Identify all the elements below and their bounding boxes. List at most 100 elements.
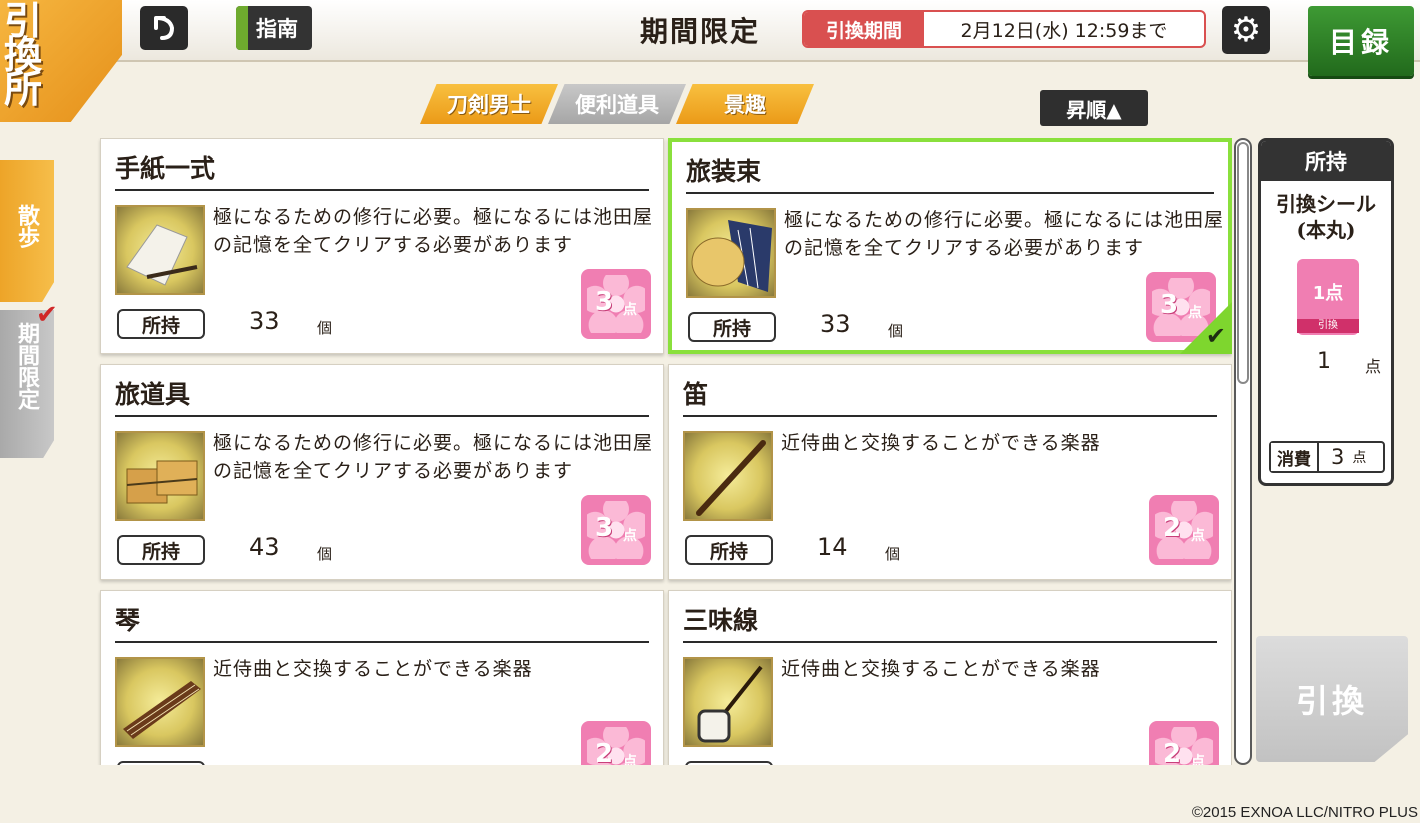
item-description: 近侍曲と交換することができる楽器 [781, 432, 1101, 454]
copyright: ©2015 EXNOA LLC/NITRO PLUS [1191, 804, 1418, 821]
owned-count: 43 [249, 533, 280, 561]
consume-box: 消費 3 点 [1269, 441, 1385, 473]
period-date: 2月12日(水) 12:59まで [960, 19, 1168, 42]
cost-badge: 2 点 [581, 721, 651, 765]
item-card-selected[interactable]: 旅装束 極になるための修行に必要。極になるには池田屋の記憶を全てクリアする必要が… [668, 138, 1232, 354]
divider [686, 192, 1214, 194]
owned-label: 所持 [117, 535, 205, 565]
side-tab-walk[interactable]: 散歩 [0, 160, 54, 302]
cost-badge: 3 点 [581, 269, 651, 339]
divider [115, 189, 649, 191]
owned-count: 33 [820, 310, 851, 338]
item-name: 手紙一式 [115, 154, 216, 183]
exchange-seal-icon: 1点 引換 [1297, 259, 1359, 335]
cost-unit: 点 [623, 528, 637, 544]
cost-unit: 点 [623, 754, 637, 765]
item-card[interactable]: 笛 近侍曲と交換することができる楽器 所持 14 個 2 点 [668, 364, 1232, 580]
owned-label: 所持 [688, 312, 776, 342]
item-description: 極になるための修行に必要。極になるには池田屋の記憶を全てクリアする必要があります [213, 432, 654, 482]
cost-badge: 3 点 [581, 495, 651, 565]
koto-icon [115, 657, 205, 747]
side-tab-walk-label: 散歩 [14, 204, 40, 248]
divider [115, 641, 649, 643]
tab-tools[interactable]: 便利道具 [548, 84, 686, 124]
owned-count: 33 [249, 307, 280, 335]
owned-unit: 個 [888, 322, 904, 340]
divider [683, 641, 1217, 643]
tab-scenery[interactable]: 景趣 [676, 84, 814, 124]
item-name: 三味線 [683, 606, 759, 635]
back-arrow-icon [154, 16, 175, 40]
item-card[interactable]: 旅道具 極になるための修行に必要。極になるには池田屋の記憶を全てクリアする必要が… [100, 364, 664, 580]
side-tab-limited-label: 期間限定 [14, 322, 40, 410]
item-card[interactable]: 琴 近侍曲と交換することができる楽器 所持 2 点 [100, 590, 664, 765]
settings-button[interactable]: ⚙ [1222, 6, 1270, 54]
owned-seal-value: 1 [1317, 349, 1331, 374]
owned-panel-header: 所持 [1261, 141, 1391, 181]
category-tabs: 刀剣男士 便利道具 景趣 [420, 84, 814, 124]
cost-value: 3 [595, 287, 614, 317]
owned-count: 14 [817, 533, 848, 561]
cost-unit: 点 [1191, 528, 1205, 544]
travel-clothes-icon [686, 208, 776, 298]
guide-flag-icon [236, 6, 248, 50]
divider [683, 415, 1217, 417]
side-tab-limited[interactable]: 期間限定 [0, 310, 54, 458]
owned-seal-unit: 点 [1365, 357, 1382, 376]
shamisen-icon [683, 657, 773, 747]
page-title: 期間限定 [640, 15, 761, 48]
cost-value: 2 [1163, 513, 1182, 543]
owned-label: 所持 [117, 309, 205, 339]
cost-value: 3 [1160, 290, 1179, 320]
exchange-period: 引換期間 2月12日(水) 12:59まで [802, 10, 1206, 48]
cost-value: 2 [595, 739, 614, 765]
travel-tools-icon [115, 431, 205, 521]
gear-icon: ⚙ [1230, 10, 1262, 50]
catalog-button[interactable]: 目録 [1308, 6, 1414, 76]
item-card[interactable]: 三味線 近侍曲と交換することができる楽器 所持 2 点 [668, 590, 1232, 765]
item-card[interactable]: 手紙一式 極になるための修行に必要。極になるには池田屋の記憶を全てクリアする必要… [100, 138, 664, 354]
shop-corner-badge: 引換所 [0, 0, 122, 122]
divider [115, 415, 649, 417]
period-label: 引換期間 [804, 12, 924, 46]
owned-unit: 個 [885, 545, 901, 563]
item-description: 極になるための修行に必要。極になるには池田屋の記憶を全てクリアする必要があります [213, 206, 654, 256]
item-name: 琴 [115, 606, 141, 635]
item-name: 旅道具 [115, 380, 191, 409]
item-description: 極になるための修行に必要。極になるには池田屋の記憶を全てクリアする必要があります [784, 209, 1225, 259]
cost-badge: 2 点 [1149, 495, 1219, 565]
owned-panel: 所持 引換シール (本丸) 1点 引換 1 点 消費 3 点 [1258, 138, 1394, 486]
shop-title: 引換所 [4, 0, 43, 111]
consume-label: 消費 [1271, 443, 1319, 471]
sort-button[interactable]: 昇順▲ [1040, 90, 1148, 126]
owned-unit: 個 [317, 545, 333, 563]
cost-unit: 点 [1188, 305, 1202, 321]
owned-label: 所持 [117, 761, 205, 765]
owned-label: 所持 [685, 761, 773, 765]
scrollbar-thumb[interactable] [1237, 142, 1249, 384]
letter-set-icon [115, 205, 205, 295]
cost-value: 3 [595, 513, 614, 543]
item-description: 近侍曲と交換することができる楽器 [213, 658, 533, 680]
item-name: 笛 [683, 380, 709, 409]
back-button[interactable] [140, 6, 188, 50]
item-description: 近侍曲と交換することができる楽器 [781, 658, 1101, 680]
tab-sword-boys[interactable]: 刀剣男士 [420, 84, 558, 124]
seal-label: 引換 [1297, 319, 1359, 333]
cost-unit: 点 [1191, 754, 1205, 765]
cost-unit: 点 [623, 302, 637, 318]
item-name: 旅装束 [686, 157, 762, 186]
guide-button[interactable]: 指南 [236, 6, 312, 50]
owned-label: 所持 [685, 535, 773, 565]
consume-value: 3 [1331, 445, 1345, 469]
check-icon: ✔ [36, 300, 58, 330]
flute-icon [683, 431, 773, 521]
cost-value: 2 [1163, 739, 1182, 765]
exchange-button[interactable]: 引換 [1256, 636, 1408, 762]
guide-label: 指南 [256, 16, 298, 41]
cost-badge: 2 点 [1149, 721, 1219, 765]
consume-unit: 点 [1352, 450, 1367, 466]
item-list[interactable]: 手紙一式 極になるための修行に必要。極になるには池田屋の記憶を全てクリアする必要… [96, 138, 1232, 765]
owned-unit: 個 [317, 319, 333, 337]
seal-value: 1点 [1312, 283, 1344, 304]
